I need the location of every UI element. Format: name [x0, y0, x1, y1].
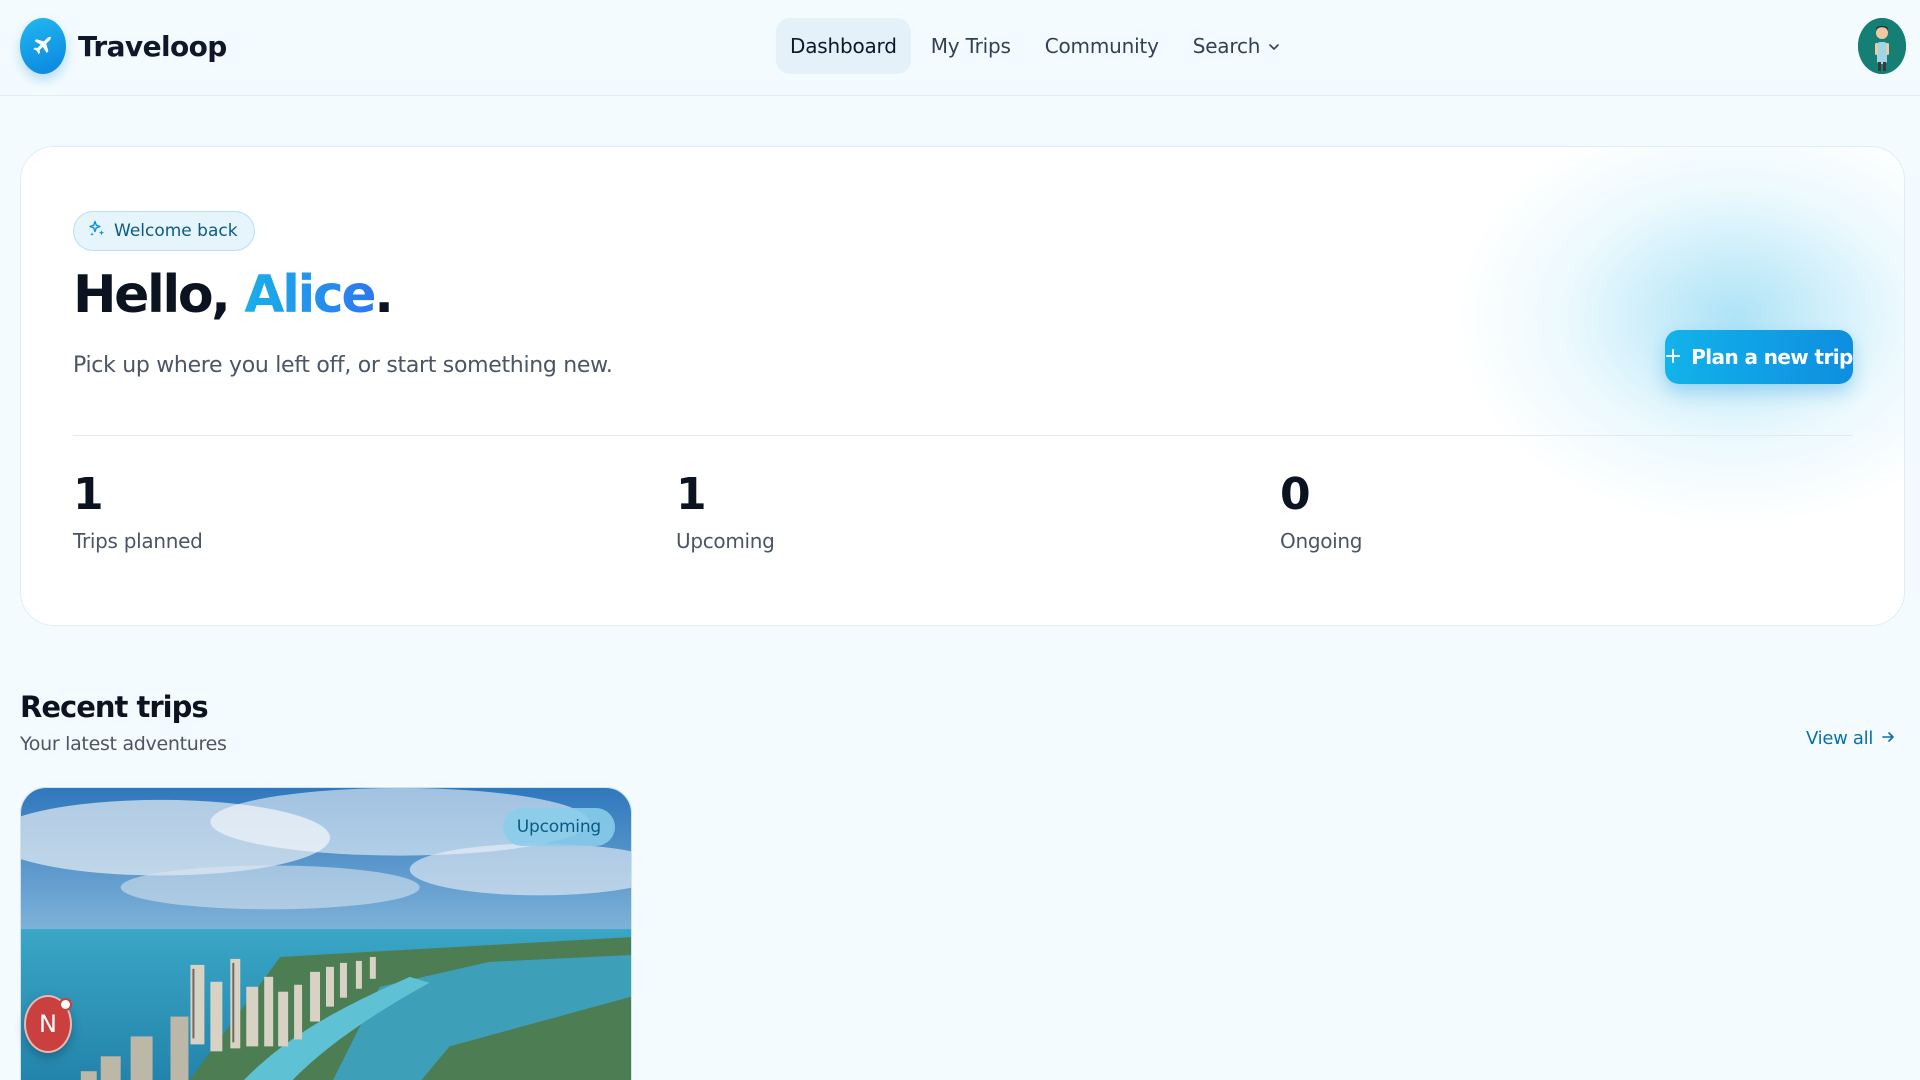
view-all-label: View all	[1806, 728, 1874, 749]
nav-search-dropdown[interactable]: Search	[1179, 18, 1295, 74]
view-all-link[interactable]: View all	[1806, 728, 1895, 749]
nav-community[interactable]: Community	[1031, 18, 1173, 74]
plus-icon	[1665, 345, 1681, 369]
welcome-badge: Welcome back	[73, 211, 255, 251]
greeting-suffix: .	[374, 265, 394, 325]
nav-my-trips[interactable]: My Trips	[917, 18, 1025, 74]
nav-dashboard[interactable]: Dashboard	[776, 18, 911, 74]
nav-search-label: Search	[1192, 34, 1261, 58]
arrow-right-icon	[1881, 728, 1895, 749]
nav-dashboard-label: Dashboard	[790, 34, 897, 58]
airplane-icon	[20, 18, 66, 74]
stat-ongoing-label: Ongoing	[1280, 529, 1363, 553]
stat-trips-planned-value: 1	[73, 469, 104, 520]
sparkle-icon	[88, 220, 106, 243]
recent-trips-subtitle: Your latest adventures	[20, 733, 227, 755]
notification-dot	[59, 998, 72, 1011]
brand-link[interactable]: Traveloop	[20, 18, 227, 74]
main-nav: Dashboard My Trips Community Search	[776, 18, 1294, 74]
greeting-user-name: Alice	[244, 265, 376, 325]
welcome-hero-card: Welcome back Hello, Alice. Pick up where…	[20, 146, 1905, 626]
nav-community-label: Community	[1044, 34, 1159, 58]
plan-new-trip-label: Plan a new trip	[1691, 345, 1853, 369]
stat-ongoing: 0 Ongoing	[1280, 465, 1362, 553]
trip-status-badge: Upcoming	[502, 808, 615, 846]
floating-avatar-letter: N	[39, 1010, 57, 1038]
greeting-prefix: Hello,	[73, 265, 245, 325]
stat-trips-planned: 1 Trips planned	[73, 465, 203, 553]
welcome-badge-label: Welcome back	[114, 221, 238, 241]
stat-trips-planned-label: Trips planned	[73, 529, 203, 553]
hero-divider	[73, 435, 1853, 436]
trip-card[interactable]: Upcoming	[20, 787, 632, 1080]
hero-subtitle: Pick up where you left off, or start som…	[73, 353, 613, 378]
nav-my-trips-label: My Trips	[930, 34, 1011, 58]
stat-upcoming-label: Upcoming	[676, 529, 775, 553]
user-avatar[interactable]	[1858, 18, 1906, 74]
plan-new-trip-button[interactable]: Plan a new trip	[1665, 330, 1853, 384]
recent-trips-heading: Recent trips	[20, 690, 209, 724]
stat-ongoing-value: 0	[1280, 469, 1311, 520]
chevron-down-icon	[1268, 34, 1280, 58]
stat-upcoming: 1 Upcoming	[676, 465, 775, 553]
greeting-heading: Hello, Alice.	[73, 265, 394, 325]
stat-upcoming-value: 1	[676, 469, 707, 520]
brand-name: Traveloop	[78, 29, 227, 63]
top-navigation-bar: Traveloop Dashboard My Trips Community S…	[0, 0, 1920, 96]
